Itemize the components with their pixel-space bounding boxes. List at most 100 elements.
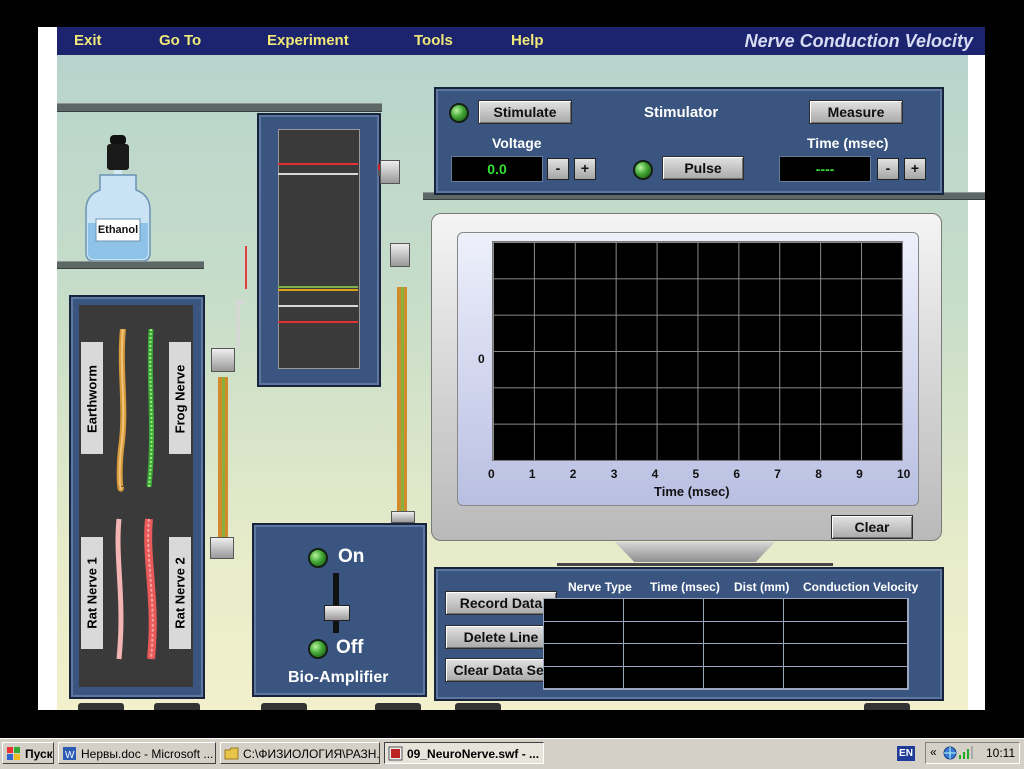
col-dist: Dist (mm) — [734, 580, 790, 594]
amp-on-label: On — [338, 546, 365, 567]
table-cell — [624, 666, 704, 689]
stimulate-indicator-led — [449, 103, 469, 123]
bench-foot — [261, 703, 307, 710]
table-cell — [544, 666, 624, 689]
taskbar-folder[interactable]: C:\ФИЗИОЛОГИЯ\РАЗН... — [220, 742, 380, 764]
system-tray: « 10:11 — [925, 742, 1020, 764]
measure-button[interactable]: Measure — [809, 100, 903, 124]
table-cell — [704, 644, 784, 667]
oscilloscope-grid — [492, 241, 903, 461]
tray-expand-chevron[interactable]: « — [930, 745, 937, 759]
oscilloscope: 0 0 1 2 3 4 5 6 7 8 9 10 Time (msec) Clear — [431, 213, 942, 541]
data-table — [543, 598, 909, 690]
app-title: Nerve Conduction Velocity — [744, 31, 973, 51]
delete-line-button[interactable]: Delete Line — [445, 625, 557, 649]
col-velocity: Conduction Velocity — [803, 580, 919, 594]
amp-switch[interactable] — [324, 573, 350, 633]
stimulator-title: Stimulator — [644, 104, 719, 121]
ethanol-label: Ethanol — [97, 224, 139, 236]
svg-text:W: W — [65, 750, 75, 761]
pulse-button[interactable]: Pulse — [662, 156, 744, 180]
monitor-stand-base — [557, 563, 833, 566]
language-indicator[interactable]: EN — [897, 746, 915, 761]
x-tick-label: 4 — [651, 467, 659, 481]
network-globe-icon[interactable] — [943, 746, 957, 760]
bench-foot — [78, 703, 124, 710]
start-label: Пуск — [25, 747, 53, 761]
table-cell — [784, 644, 908, 667]
menu-exit[interactable]: Exit — [74, 32, 102, 49]
table-cell — [704, 666, 784, 689]
amp-off-label: Off — [336, 637, 364, 658]
table-cell — [544, 644, 624, 667]
menu-help[interactable]: Help — [511, 32, 544, 49]
taskbar-swf-player[interactable]: 09_NeuroNerve.swf - ... — [384, 742, 544, 764]
table-cell — [544, 621, 624, 644]
x-tick-label: 8 — [815, 467, 822, 481]
folder-icon — [224, 747, 239, 760]
connector-left — [211, 348, 235, 372]
amp-on-led — [308, 548, 328, 568]
amp-off-led — [308, 639, 328, 659]
bench-foot — [864, 703, 910, 710]
table-cell — [624, 599, 704, 622]
connector-scope — [390, 243, 410, 267]
flash-player-icon — [388, 746, 403, 761]
voltage-label: Voltage — [492, 135, 542, 151]
time-label: Time (msec) — [807, 135, 889, 151]
windows-logo-icon — [7, 747, 20, 760]
signal-strength-icon[interactable] — [958, 746, 974, 760]
nerve-label-rat1: Rat Nerve 1 — [84, 557, 100, 629]
ethanol-bottle[interactable]: Ethanol — [84, 135, 152, 262]
menu-tools[interactable]: Tools — [414, 32, 453, 49]
table-cell — [784, 621, 908, 644]
electrode-cables — [218, 164, 407, 557]
bench-foot — [154, 703, 200, 710]
pulse-indicator-led — [633, 160, 653, 180]
stimulator-panel: Stimulate Stimulator Measure Voltage 0.0… — [434, 87, 944, 195]
x-tick-label: 10 — [897, 467, 911, 481]
menu-experiment[interactable]: Experiment — [267, 32, 349, 49]
nerve-label-rat2: Rat Nerve 2 — [172, 557, 188, 629]
word-document-icon: W — [63, 747, 76, 761]
taskbar: Пуск W Нервы.doc - Microsoft ... C:\ФИЗИ… — [0, 738, 1024, 769]
x-tick-label: 0 — [488, 467, 495, 481]
nerve-tray: Earthworm Frog Nerve Rat Nerve 1 Rat Ner… — [69, 295, 205, 699]
table-cell — [784, 666, 908, 689]
oscilloscope-screen: 0 0 1 2 3 4 5 6 7 8 9 10 Time (msec) — [457, 232, 919, 506]
clear-scope-button[interactable]: Clear — [831, 515, 913, 539]
table-cell — [624, 644, 704, 667]
menu-bar: Exit Go To Experiment Tools Help Nerve C… — [57, 27, 985, 55]
y-axis-zero-label: 0 — [478, 352, 485, 366]
x-tick-label: 6 — [733, 467, 741, 481]
x-tick-label: 9 — [856, 467, 863, 481]
x-tick-label: 1 — [528, 467, 536, 481]
col-nerve-type: Nerve Type — [568, 580, 632, 594]
top-shelf — [57, 103, 382, 112]
nerve-specimens — [115, 329, 157, 660]
bottle-shelf — [57, 261, 204, 269]
x-tick-label: 5 — [692, 467, 700, 481]
voltage-increase-button[interactable]: + — [574, 158, 596, 180]
taskbar-word-document[interactable]: W Нервы.doc - Microsoft ... — [58, 742, 216, 764]
col-time: Time (msec) — [650, 580, 720, 594]
monitor-stand — [615, 542, 775, 562]
connector-amp-right — [391, 511, 415, 523]
clock: 10:11 — [986, 746, 1016, 760]
clear-data-set-button[interactable]: Clear Data Set — [445, 658, 557, 682]
table-cell — [704, 621, 784, 644]
x-tick-label: 3 — [610, 467, 618, 481]
x-tick-label: 7 — [774, 467, 781, 481]
time-increase-button[interactable]: + — [904, 158, 926, 180]
record-data-button[interactable]: Record Data — [445, 591, 557, 615]
time-display: ---- — [779, 156, 871, 182]
menu-goto[interactable]: Go To — [159, 32, 201, 49]
time-decrease-button[interactable]: - — [877, 158, 899, 180]
voltage-decrease-button[interactable]: - — [547, 158, 569, 180]
task-label: Нервы.doc - Microsoft ... — [81, 747, 214, 761]
swf-stage: Exit Go To Experiment Tools Help Nerve C… — [38, 27, 985, 710]
start-button[interactable]: Пуск — [2, 742, 54, 764]
task-label: C:\ФИЗИОЛОГИЯ\РАЗН... — [243, 747, 380, 761]
connector-stim — [380, 160, 400, 184]
stimulate-button[interactable]: Stimulate — [478, 100, 572, 124]
